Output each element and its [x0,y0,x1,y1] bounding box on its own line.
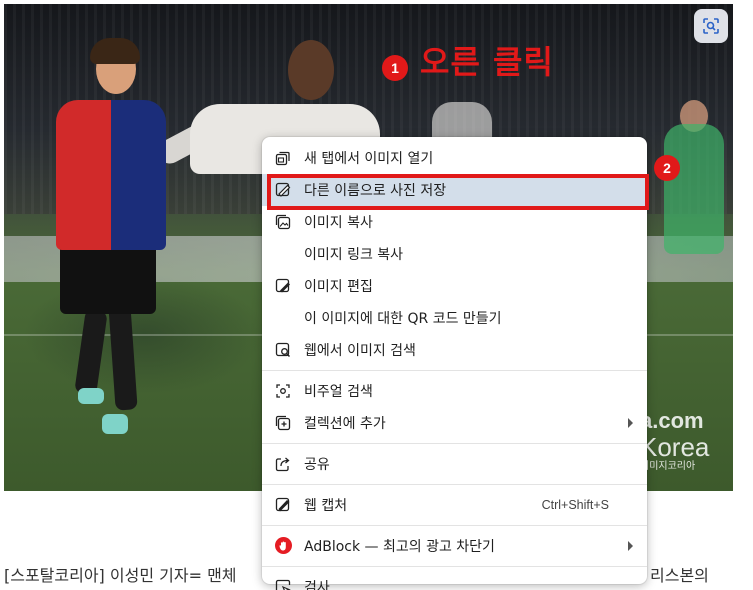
submenu-arrow-icon [628,541,633,551]
menu-item-label: AdBlock — 최고의 광고 차단기 [304,539,495,555]
menu-item-label: 이미지 복사 [304,215,373,231]
menu-item-inspect[interactable]: 검사 [262,571,647,590]
web-capture-icon [275,497,290,512]
menu-item-label: 컬렉션에 추가 [304,416,386,432]
menu-item-label: 이미지 링크 복사 [304,247,404,263]
photo-player-leg [74,308,108,396]
photo-player-white-head [288,40,334,100]
save-image-icon [275,182,291,197]
photo-player-boot [78,388,104,404]
submenu-arrow-icon [628,418,633,428]
photo-player-boot [102,414,128,434]
menu-item-adblock[interactable]: AdBlock — 최고의 광고 차단기 [262,530,647,562]
menu-item-create-qr-code[interactable]: 이 이미지에 대한 QR 코드 만들기 [262,302,647,334]
menu-item-add-to-collection[interactable]: 컬렉션에 추가 [262,407,647,439]
menu-separator [262,566,647,567]
menu-item-label: 새 탭에서 이미지 열기 [304,151,434,167]
article-text-left: [스포탈코리아] 이성민 기자= 맨체 [4,566,237,585]
menu-item-label: 다른 이름으로 사진 저장 [304,183,447,199]
menu-item-label: 검사 [304,580,330,590]
visual-search-icon [276,384,290,398]
menu-item-web-capture[interactable]: 웹 캡처 Ctrl+Shift+S [262,489,647,521]
menu-item-shortcut: Ctrl+Shift+S [541,498,609,512]
search-image-icon [275,342,291,358]
add-collection-icon [275,415,291,431]
menu-item-copy-image-link[interactable]: 이미지 링크 복사 [262,238,647,270]
share-icon [275,457,290,472]
photo-goalkeeper [664,124,724,254]
inspect-icon [275,579,291,590]
menu-item-label: 이 이미지에 대한 QR 코드 만들기 [304,311,502,327]
google-lens-icon [703,18,719,34]
menu-item-label: 이미지 편집 [304,279,373,295]
watermark-line3: 이미지코리아 [640,461,696,472]
menu-item-share[interactable]: 공유 [262,448,647,480]
watermark-line2: Korea [640,432,710,462]
article-text-right: 리스본의 [650,566,709,585]
step2-badge: 2 [654,155,680,181]
copy-image-icon [275,214,291,230]
step1-badge: 1 [382,55,408,81]
menu-item-edit-image[interactable]: 이미지 편집 [262,270,647,302]
step1-label: 오른 클릭 [420,43,554,81]
menu-separator [262,484,647,485]
menu-separator [262,370,647,371]
menu-item-visual-search[interactable]: 비주얼 검색 [262,375,647,407]
menu-item-copy-image[interactable]: 이미지 복사 [262,206,647,238]
menu-separator [262,443,647,444]
visual-search-button[interactable] [694,9,728,43]
photo-watermark: a.com Korea 이미지코리아 [640,408,730,482]
menu-separator [262,525,647,526]
menu-item-save-image-as[interactable]: 다른 이름으로 사진 저장 [262,174,647,206]
context-menu: 새 탭에서 이미지 열기 다른 이름으로 사진 저장 이미지 복사 이미지 링크… [262,137,647,590]
menu-item-label: 공유 [304,457,330,473]
photo-player-shorts [60,244,156,314]
photo-player-hair [90,38,140,64]
photo-player-red-blue [56,100,166,250]
menu-item-search-image-web[interactable]: 웹에서 이미지 검색 [262,334,647,366]
menu-item-label: 비주얼 검색 [304,384,373,400]
watermark-line1: a.com [640,408,704,433]
menu-item-label: 웹에서 이미지 검색 [304,343,416,359]
photo-player-leg [108,303,138,411]
open-in-new-tab-icon [275,151,290,166]
edit-image-icon [275,278,290,293]
menu-item-label: 웹 캡처 [304,498,348,514]
adblock-icon [275,537,292,554]
menu-item-open-in-new-tab[interactable]: 새 탭에서 이미지 열기 [262,142,647,174]
